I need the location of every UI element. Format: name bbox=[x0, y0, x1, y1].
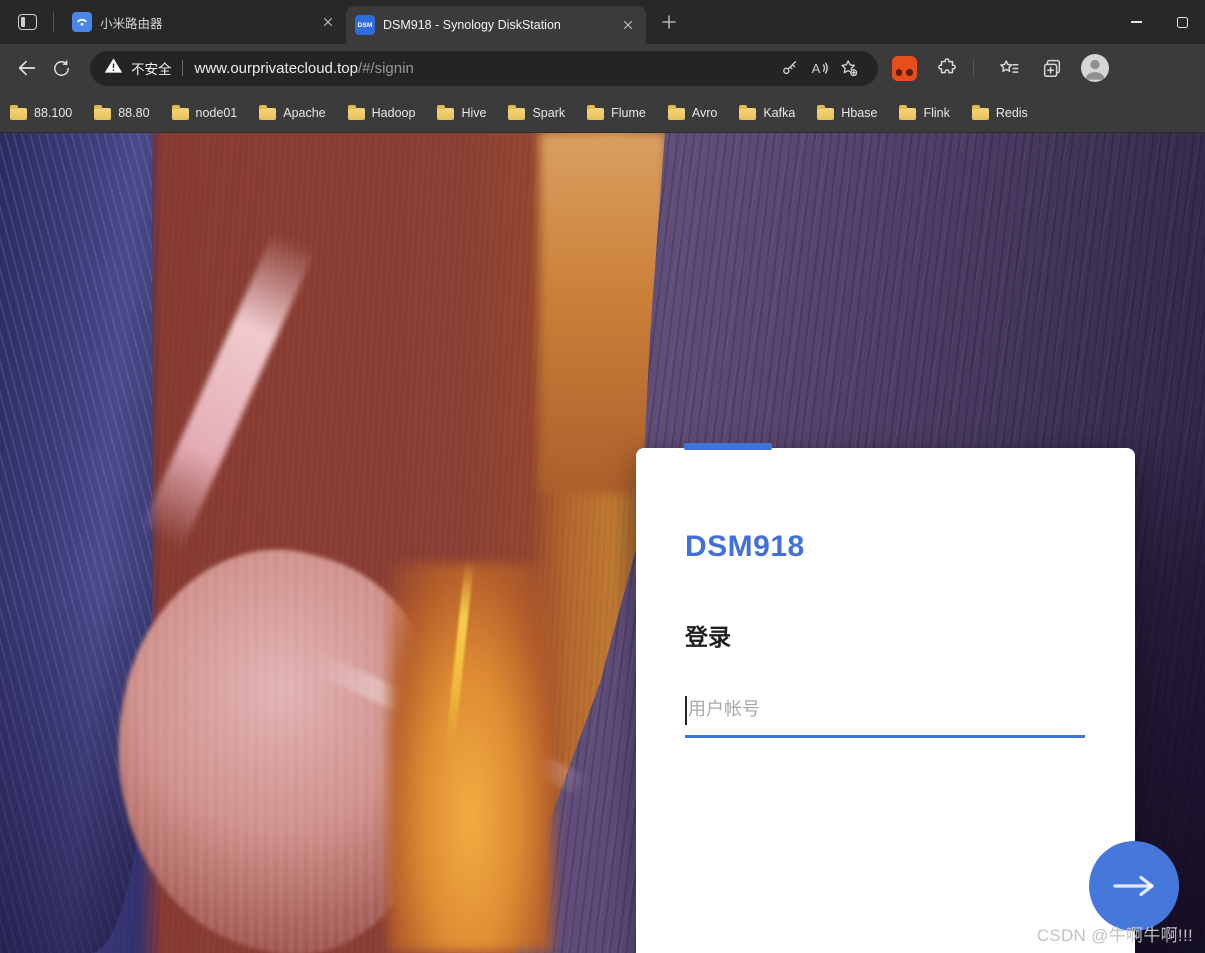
url-path: /#/signin bbox=[358, 60, 414, 77]
bookmark-item[interactable]: Apache bbox=[259, 106, 325, 120]
svg-text:A: A bbox=[811, 60, 820, 75]
divider bbox=[973, 58, 974, 78]
arrow-right-icon bbox=[1111, 874, 1157, 898]
folder-icon bbox=[972, 108, 989, 120]
folder-icon bbox=[259, 108, 276, 120]
bookmark-item[interactable]: 88.80 bbox=[94, 106, 149, 120]
folder-icon bbox=[348, 108, 365, 120]
bookmark-item[interactable]: Hadoop bbox=[348, 106, 416, 120]
minimize-icon bbox=[1131, 21, 1142, 23]
extensions-puzzle-button[interactable] bbox=[930, 51, 964, 85]
bookmark-item[interactable]: Avro bbox=[668, 106, 717, 120]
folder-icon bbox=[668, 108, 685, 120]
bookmark-item[interactable]: Flink bbox=[899, 106, 949, 120]
bookmark-item[interactable]: Flume bbox=[587, 106, 646, 120]
bookmark-label: Flink bbox=[923, 106, 949, 120]
orange-extension-icon bbox=[892, 56, 917, 81]
collections-button[interactable] bbox=[1035, 51, 1069, 85]
dsm-favicon: DSM bbox=[355, 15, 375, 35]
username-input[interactable] bbox=[685, 683, 1085, 735]
folder-icon bbox=[172, 108, 189, 120]
new-tab-button[interactable] bbox=[654, 7, 684, 37]
bookmark-label: Redis bbox=[996, 106, 1028, 120]
password-key-icon[interactable] bbox=[774, 53, 804, 83]
card-tab-indicator bbox=[684, 443, 772, 450]
browser-window: 小米路由器 DSM DSM918 - Synology DiskStation bbox=[0, 0, 1205, 953]
bookmark-label: Spark bbox=[532, 106, 565, 120]
tab-xiaomi-router[interactable]: 小米路由器 bbox=[63, 5, 346, 39]
orange-extension-button[interactable] bbox=[887, 51, 921, 85]
bookmark-item[interactable]: node01 bbox=[172, 106, 238, 120]
bookmark-item[interactable]: Hive bbox=[437, 106, 486, 120]
favorites-button[interactable] bbox=[992, 51, 1026, 85]
folder-icon bbox=[739, 108, 756, 120]
bookmark-item[interactable]: Spark bbox=[508, 106, 565, 120]
tab-actions-button[interactable] bbox=[10, 6, 44, 38]
text-caret bbox=[685, 696, 687, 725]
signin-heading: 登录 bbox=[685, 618, 731, 652]
bookmark-item[interactable]: Kafka bbox=[739, 106, 795, 120]
window-controls bbox=[1113, 0, 1205, 44]
back-button[interactable] bbox=[10, 51, 44, 85]
bookmark-label: 88.80 bbox=[118, 106, 149, 120]
bookmark-label: Apache bbox=[283, 106, 325, 120]
folder-icon bbox=[508, 108, 525, 120]
add-favorite-star-icon[interactable] bbox=[834, 53, 864, 83]
canyon-blue-wall bbox=[0, 133, 152, 953]
signin-next-button[interactable] bbox=[1089, 841, 1179, 931]
tab-strip: 小米路由器 DSM DSM918 - Synology DiskStation bbox=[0, 0, 1205, 44]
folder-icon bbox=[10, 108, 27, 120]
csdn-watermark: CSDN @牛啊牛啊!!! bbox=[1037, 921, 1193, 946]
bookmark-label: Hadoop bbox=[372, 106, 416, 120]
bookmark-label: node01 bbox=[196, 106, 238, 120]
maximize-button[interactable] bbox=[1159, 0, 1205, 44]
folder-icon bbox=[817, 108, 834, 120]
bookmark-item[interactable]: Redis bbox=[972, 106, 1028, 120]
refresh-button[interactable] bbox=[44, 51, 78, 85]
navigation-toolbar: 不安全 www.ourprivatecloud.top/#/signin A bbox=[0, 44, 1205, 92]
divider bbox=[53, 12, 54, 32]
not-secure-warning-icon[interactable] bbox=[104, 56, 123, 80]
bookmark-label: Kafka bbox=[763, 106, 795, 120]
close-tab-icon[interactable] bbox=[319, 13, 337, 31]
close-tab-icon[interactable] bbox=[619, 16, 637, 34]
bookmark-item[interactable]: Hbase bbox=[817, 106, 877, 120]
avatar-icon bbox=[1081, 54, 1109, 82]
divider bbox=[182, 60, 183, 76]
dsm-brand-title: DSM918 bbox=[685, 530, 805, 564]
bookmark-label: 88.100 bbox=[34, 106, 72, 120]
bookmark-label: Hbase bbox=[841, 106, 877, 120]
bookmark-label: Flume bbox=[611, 106, 646, 120]
tab-dsm918[interactable]: DSM DSM918 - Synology DiskStation bbox=[346, 6, 646, 44]
bookmark-label: Avro bbox=[692, 106, 717, 120]
maximize-icon bbox=[1177, 17, 1188, 28]
profile-avatar[interactable] bbox=[1078, 51, 1112, 85]
wifi-router-icon bbox=[72, 12, 92, 32]
page-content: DSM918 登录 CSDN @牛啊牛啊!!! bbox=[0, 133, 1205, 953]
bookmark-item[interactable]: 88.100 bbox=[10, 106, 72, 120]
canyon-orange-glow bbox=[388, 563, 553, 953]
bookmarks-bar: 88.100 88.80 node01 Apache Hadoop Hive S… bbox=[0, 92, 1205, 133]
login-card: DSM918 登录 bbox=[636, 448, 1135, 953]
tab-title: DSM918 - Synology DiskStation bbox=[383, 18, 611, 32]
security-label: 不安全 bbox=[131, 58, 172, 78]
folder-icon bbox=[899, 108, 916, 120]
folder-icon bbox=[437, 108, 454, 120]
bookmark-label: Hive bbox=[461, 106, 486, 120]
address-bar[interactable]: 不安全 www.ourprivatecloud.top/#/signin A bbox=[90, 51, 878, 86]
minimize-button[interactable] bbox=[1113, 0, 1159, 44]
folder-icon bbox=[94, 108, 111, 120]
url-host: www.ourprivatecloud.top bbox=[195, 60, 358, 77]
read-aloud-icon[interactable]: A bbox=[804, 53, 834, 83]
folder-icon bbox=[587, 108, 604, 120]
tab-title: 小米路由器 bbox=[100, 13, 311, 32]
tab-actions-icon bbox=[18, 14, 37, 30]
username-field-wrap bbox=[685, 683, 1085, 738]
